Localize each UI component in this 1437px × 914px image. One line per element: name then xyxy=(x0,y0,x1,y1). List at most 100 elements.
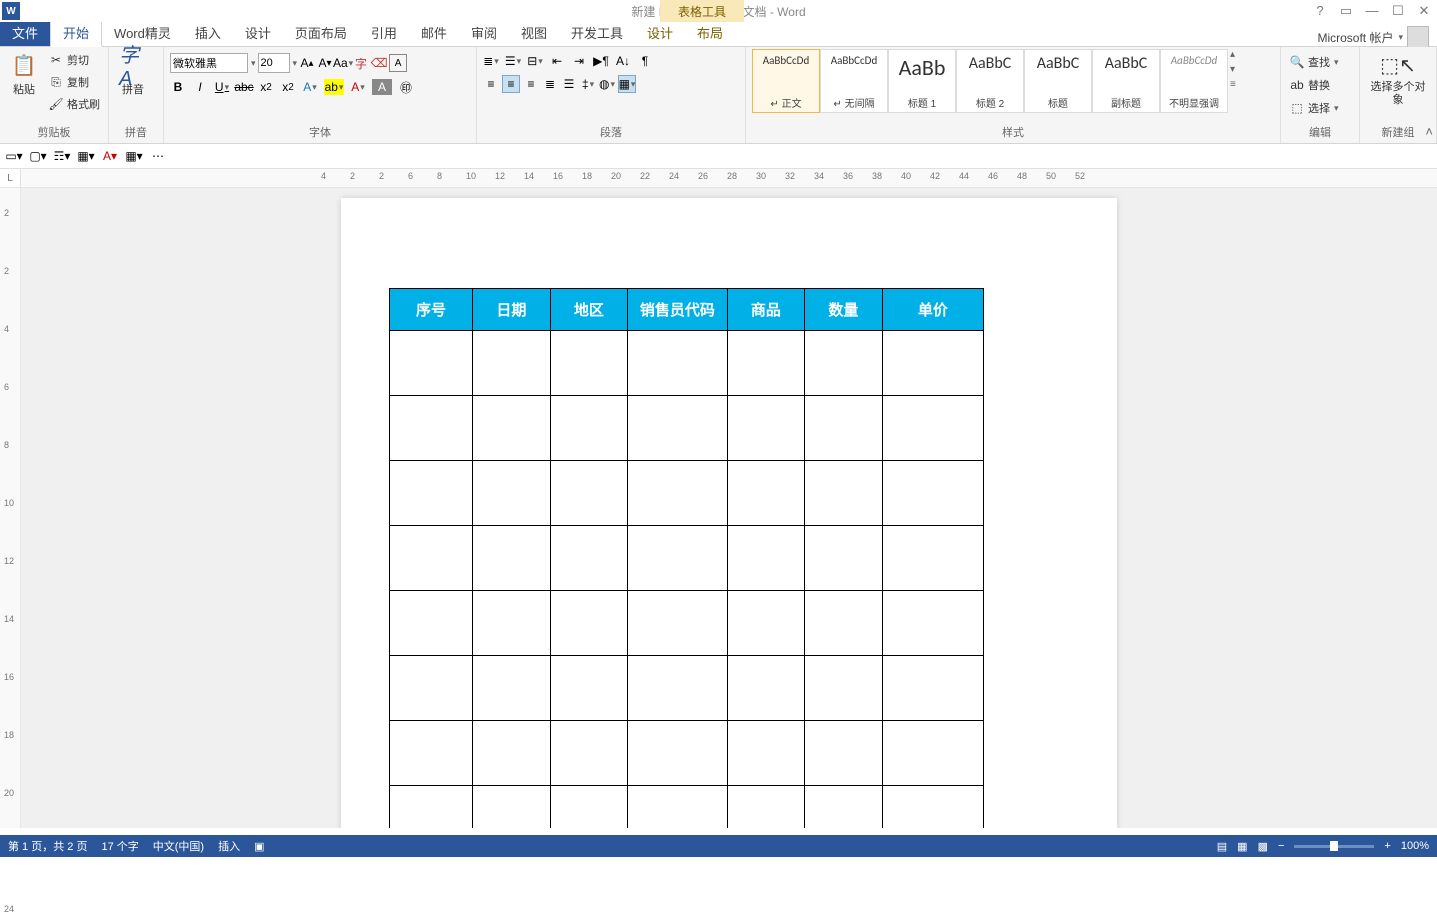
table-cell[interactable] xyxy=(628,591,727,656)
status-page[interactable]: 第 1 页，共 2 页 xyxy=(8,838,87,854)
tab-file[interactable]: 文件 xyxy=(0,19,50,46)
table-row[interactable] xyxy=(390,786,984,829)
table-cell[interactable] xyxy=(473,721,551,786)
table-cell[interactable] xyxy=(473,786,551,829)
table-header-0[interactable]: 序号 xyxy=(390,289,473,331)
table-cell[interactable] xyxy=(390,331,473,396)
superscript-button[interactable]: x2 xyxy=(280,79,296,95)
ribbon-display-icon[interactable]: ▭ xyxy=(1333,3,1359,19)
page[interactable]: 序号日期地区销售员代码商品数量单价 xyxy=(341,198,1117,828)
table-cell[interactable] xyxy=(628,721,727,786)
change-case-button[interactable]: Aa▾ xyxy=(335,55,351,71)
qat-item-1[interactable]: ▭▾ xyxy=(6,148,22,164)
view-read-icon[interactable]: ▦ xyxy=(1237,840,1247,853)
table-cell[interactable] xyxy=(727,526,805,591)
table-cell[interactable] xyxy=(882,331,983,396)
font-name-input[interactable] xyxy=(170,53,248,73)
table-cell[interactable] xyxy=(805,461,883,526)
status-macro-icon[interactable]: ▣ xyxy=(254,840,264,853)
bold-button[interactable]: B xyxy=(170,79,186,95)
table-header-5[interactable]: 数量 xyxy=(805,289,883,331)
table-cell[interactable] xyxy=(550,721,628,786)
table-header-3[interactable]: 销售员代码 xyxy=(628,289,727,331)
table-cell[interactable] xyxy=(390,526,473,591)
tab-home[interactable]: 开始 xyxy=(50,18,102,47)
view-print-icon[interactable]: ▤ xyxy=(1217,840,1227,853)
align-center-button[interactable]: ≡ xyxy=(502,75,520,93)
phonetic-guide-button[interactable]: 字 xyxy=(353,55,369,71)
table-header-2[interactable]: 地区 xyxy=(550,289,628,331)
close-icon[interactable]: ✕ xyxy=(1411,3,1437,19)
table-cell[interactable] xyxy=(727,721,805,786)
table-row[interactable] xyxy=(390,721,984,786)
table-cell[interactable] xyxy=(805,721,883,786)
table-cell[interactable] xyxy=(727,331,805,396)
table-header-6[interactable]: 单价 xyxy=(882,289,983,331)
table-cell[interactable] xyxy=(882,461,983,526)
show-marks-button[interactable]: ¶ xyxy=(637,53,653,69)
table-cell[interactable] xyxy=(882,591,983,656)
style-item-1[interactable]: AaBbCcDd↵ 无间隔 xyxy=(820,49,888,113)
paste-button[interactable]: 📋 粘贴 xyxy=(6,49,42,99)
table-cell[interactable] xyxy=(550,591,628,656)
font-size-input[interactable] xyxy=(258,53,290,73)
table-cell[interactable] xyxy=(805,526,883,591)
collapse-ribbon-button[interactable]: ˄ xyxy=(1425,124,1433,139)
justify-button[interactable]: ≣ xyxy=(542,76,558,92)
tab-table-design[interactable]: 设计 xyxy=(635,19,685,46)
status-lang[interactable]: 中文(中国) xyxy=(153,838,204,854)
table-cell[interactable] xyxy=(550,331,628,396)
table-row[interactable] xyxy=(390,526,984,591)
multilevel-button[interactable]: ⊟▾ xyxy=(527,53,543,69)
table-cell[interactable] xyxy=(390,396,473,461)
find-button[interactable]: 🔍查找▾ xyxy=(1287,53,1341,71)
zoom-out-button[interactable]: − xyxy=(1278,840,1284,852)
char-shading-button[interactable]: A xyxy=(372,79,392,95)
table-cell[interactable] xyxy=(473,396,551,461)
tab-insert[interactable]: 插入 xyxy=(183,19,233,46)
table-cell[interactable] xyxy=(882,786,983,829)
style-item-6[interactable]: AaBbCcDd不明显强调 xyxy=(1160,49,1228,113)
table-row[interactable] xyxy=(390,331,984,396)
document-table[interactable]: 序号日期地区销售员代码商品数量单价 xyxy=(389,288,984,828)
text-effects-button[interactable]: A▾ xyxy=(302,79,318,95)
table-cell[interactable] xyxy=(390,721,473,786)
table-cell[interactable] xyxy=(550,786,628,829)
styles-more-button[interactable]: ▴▾≡ xyxy=(1228,49,1246,90)
table-cell[interactable] xyxy=(550,396,628,461)
account-area[interactable]: Microsoft 帐户▾ xyxy=(1317,26,1429,48)
table-cell[interactable] xyxy=(473,591,551,656)
table-cell[interactable] xyxy=(628,461,727,526)
qat-more[interactable]: ⋯ xyxy=(150,148,166,164)
zoom-in-button[interactable]: + xyxy=(1384,840,1390,852)
qat-item-3[interactable]: ☶▾ xyxy=(54,148,70,164)
cut-button[interactable]: ✂剪切 xyxy=(46,51,102,69)
tab-design[interactable]: 设计 xyxy=(233,19,283,46)
table-cell[interactable] xyxy=(628,396,727,461)
table-cell[interactable] xyxy=(805,396,883,461)
align-right-button[interactable]: ≡ xyxy=(523,76,539,92)
document-area[interactable]: 序号日期地区销售员代码商品数量单价 xyxy=(21,188,1437,828)
qat-item-2[interactable]: ▢▾ xyxy=(30,148,46,164)
table-cell[interactable] xyxy=(550,526,628,591)
shrink-font-button[interactable]: A▾ xyxy=(317,55,333,71)
select-multiple-objects-button[interactable]: ⬚↖ 选择多个对象 xyxy=(1366,49,1430,109)
table-cell[interactable] xyxy=(390,591,473,656)
bullets-button[interactable]: ≣▾ xyxy=(483,53,499,69)
table-cell[interactable] xyxy=(805,656,883,721)
table-cell[interactable] xyxy=(805,591,883,656)
table-cell[interactable] xyxy=(473,461,551,526)
minimize-icon[interactable]: — xyxy=(1359,3,1385,19)
replace-button[interactable]: ab替换 xyxy=(1287,76,1332,94)
table-cell[interactable] xyxy=(628,656,727,721)
ltr-button[interactable]: ▶¶ xyxy=(593,53,609,69)
select-button[interactable]: ⬚选择▾ xyxy=(1287,99,1341,117)
help-icon[interactable]: ? xyxy=(1307,3,1333,19)
align-left-button[interactable]: ≡ xyxy=(483,76,499,92)
table-cell[interactable] xyxy=(882,396,983,461)
table-cell[interactable] xyxy=(805,331,883,396)
view-web-icon[interactable]: ▩ xyxy=(1258,840,1268,853)
table-cell[interactable] xyxy=(473,331,551,396)
char-border-button[interactable]: ㊞ xyxy=(398,79,414,95)
table-cell[interactable] xyxy=(390,461,473,526)
